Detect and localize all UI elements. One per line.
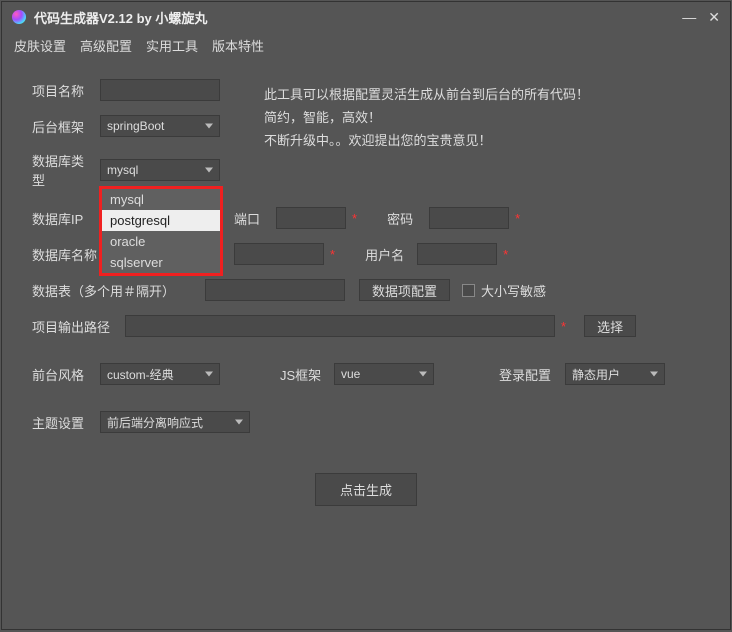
- label-js-framework: JS框架: [280, 365, 326, 384]
- menu-version[interactable]: 版本特性: [212, 36, 264, 55]
- choose-label: 选择: [597, 317, 623, 336]
- intro-text: 此工具可以根据配置灵活生成从前台到后台的所有代码！ 简约，智能，高效！ 不断升级…: [264, 84, 589, 152]
- case-sensitive-checkbox[interactable]: [462, 284, 475, 297]
- db-type-value: mysql: [107, 163, 138, 177]
- intro-line3: 不断升级中。。欢迎提出您的宝贵意见！: [264, 130, 589, 153]
- theme-setting-value: 前后端分离响应式: [107, 414, 203, 431]
- titlebar: 代码生成器V2.12 by 小螺旋丸 — ✕: [2, 2, 730, 32]
- generate-label: 点击生成: [340, 483, 392, 498]
- output-path-input[interactable]: [125, 315, 555, 337]
- dropdown-item-postgresql[interactable]: postgresql: [102, 210, 220, 231]
- project-name-input[interactable]: [100, 79, 220, 101]
- login-config-select[interactable]: 静态用户: [565, 363, 665, 385]
- data-config-label: 数据项配置: [372, 281, 437, 300]
- db-type-dropdown: mysql postgresql oracle sqlserver: [99, 186, 223, 276]
- login-config-value: 静态用户: [572, 366, 620, 383]
- label-theme-setting: 主题设置: [32, 413, 92, 432]
- menu-tools[interactable]: 实用工具: [146, 36, 198, 55]
- required-icon: *: [503, 247, 508, 262]
- app-window: 代码生成器V2.12 by 小螺旋丸 — ✕ 皮肤设置 高级配置 实用工具 版本…: [1, 1, 731, 630]
- dropdown-item-sqlserver[interactable]: sqlserver: [102, 252, 220, 273]
- intro-line1: 此工具可以根据配置灵活生成从前台到后台的所有代码！: [264, 84, 589, 107]
- menubar: 皮肤设置 高级配置 实用工具 版本特性: [2, 32, 730, 63]
- close-button[interactable]: ✕: [708, 9, 720, 26]
- label-case-sensitive: 大小写敏感: [481, 281, 546, 300]
- backend-framework-value: springBoot: [107, 119, 164, 133]
- dropdown-item-oracle[interactable]: oracle: [102, 231, 220, 252]
- db-type-select[interactable]: mysql: [100, 159, 220, 181]
- minimize-button[interactable]: —: [682, 9, 696, 26]
- menu-advanced[interactable]: 高级配置: [80, 36, 132, 55]
- label-username: 用户名: [365, 245, 409, 264]
- label-backend-framework: 后台框架: [32, 117, 92, 136]
- label-port: 端口: [234, 209, 268, 228]
- intro-line2: 简约，智能，高效！: [264, 107, 589, 130]
- label-login-config: 登录配置: [499, 365, 557, 384]
- dropdown-item-mysql[interactable]: mysql: [102, 189, 220, 210]
- required-icon: *: [330, 247, 335, 262]
- app-icon: [12, 10, 26, 24]
- label-front-style: 前台风格: [32, 365, 92, 384]
- required-icon: *: [352, 211, 357, 226]
- port-input[interactable]: [276, 207, 346, 229]
- required-icon: *: [561, 319, 566, 334]
- front-style-select[interactable]: custom-经典: [100, 363, 220, 385]
- db-name-input[interactable]: [234, 243, 324, 265]
- label-data-table: 数据表（多个用＃隔开）: [32, 281, 197, 300]
- data-table-input[interactable]: [205, 279, 345, 301]
- window-controls: — ✕: [682, 9, 720, 26]
- theme-setting-select[interactable]: 前后端分离响应式: [100, 411, 250, 433]
- menu-skin[interactable]: 皮肤设置: [14, 36, 66, 55]
- choose-path-button[interactable]: 选择: [584, 315, 636, 337]
- data-config-button[interactable]: 数据项配置: [359, 279, 450, 301]
- window-title: 代码生成器V2.12 by 小螺旋丸: [34, 8, 207, 27]
- password-input[interactable]: [429, 207, 509, 229]
- required-icon: *: [515, 211, 520, 226]
- generate-button[interactable]: 点击生成: [315, 473, 417, 506]
- js-framework-value: vue: [341, 367, 360, 381]
- label-output-path: 项目输出路径: [32, 317, 117, 336]
- front-style-value: custom-经典: [107, 366, 174, 383]
- js-framework-select[interactable]: vue: [334, 363, 434, 385]
- label-project-name: 项目名称: [32, 81, 92, 100]
- username-input[interactable]: [417, 243, 497, 265]
- label-db-ip: 数据库IP: [32, 209, 92, 228]
- label-password: 密码: [387, 209, 421, 228]
- backend-framework-select[interactable]: springBoot: [100, 115, 220, 137]
- label-db-type: 数据库类型: [32, 151, 92, 189]
